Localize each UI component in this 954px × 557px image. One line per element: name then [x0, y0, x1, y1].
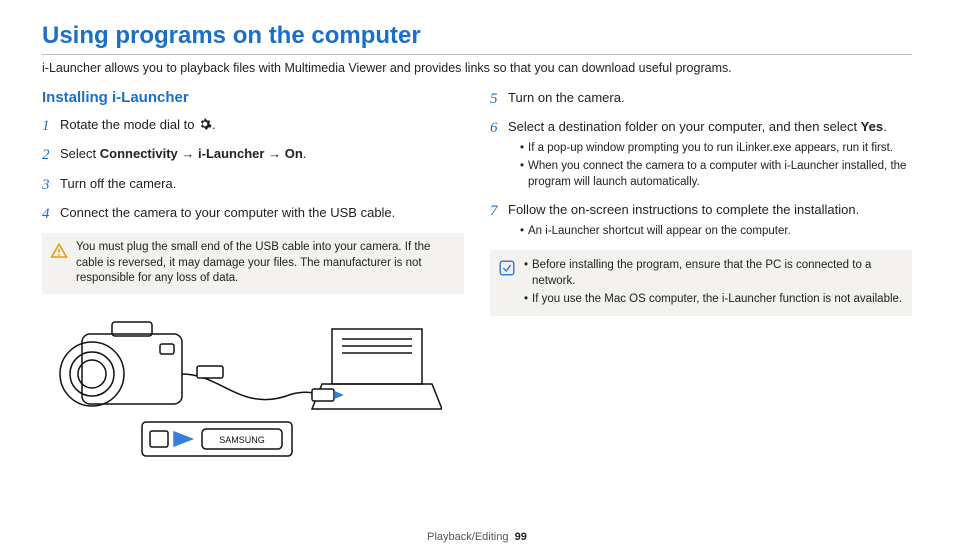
bold-text: Connectivity [100, 146, 178, 161]
step-text: Turn on the camera. [508, 89, 912, 107]
bullet: An i-Launcher shortcut will appear on th… [520, 223, 912, 239]
text: . [212, 117, 216, 132]
step-text: Rotate the mode dial to . [60, 116, 464, 136]
info-box: Before installing the program, ensure th… [490, 250, 912, 316]
step-text: Follow the on-screen instructions to com… [508, 201, 912, 241]
text: Rotate the mode dial to [60, 117, 198, 132]
warning-text: You must plug the small end of the USB c… [76, 240, 456, 287]
step-text: Select Connectivity → i-Launcher → On. [60, 145, 464, 163]
step-number: 3 [42, 175, 60, 195]
svg-text:SAMSUNG: SAMSUNG [219, 435, 265, 445]
intro-text: i-Launcher allows you to playback files … [42, 61, 912, 75]
step-text: Turn off the camera. [60, 175, 464, 193]
warning-icon [50, 242, 70, 266]
step-number: 1 [42, 116, 60, 136]
text: . [883, 119, 887, 134]
step-number: 6 [490, 118, 508, 138]
left-column: Installing i-Launcher 1 Rotate the mode … [42, 89, 464, 469]
bullet: If you use the Mac OS computer, the i-La… [524, 291, 904, 307]
bullet: If a pop-up window prompting you to run … [520, 140, 912, 156]
text: Follow the on-screen instructions to com… [508, 202, 859, 217]
step-4: 4 Connect the camera to your computer wi… [42, 204, 464, 224]
usb-connection-illustration: SAMSUNG [42, 304, 464, 469]
text: Select a destination folder on your comp… [508, 119, 861, 134]
sub-bullets: An i-Launcher shortcut will appear on th… [508, 223, 912, 239]
text: . [303, 146, 307, 161]
info-bullets: Before installing the program, ensure th… [524, 257, 904, 309]
footer-section: Playback/Editing [427, 531, 508, 543]
right-column: 5 Turn on the camera. 6 Select a destina… [490, 89, 912, 469]
two-column-layout: Installing i-Launcher 1 Rotate the mode … [42, 89, 912, 469]
info-icon [498, 259, 518, 283]
step-number: 2 [42, 145, 60, 165]
page-title: Using programs on the computer [42, 22, 912, 50]
step-text: Connect the camera to your computer with… [60, 204, 464, 222]
step-number: 5 [490, 89, 508, 109]
step-5: 5 Turn on the camera. [490, 89, 912, 109]
gear-icon [198, 117, 212, 136]
step-6: 6 Select a destination folder on your co… [490, 118, 912, 192]
step-3: 3 Turn off the camera. [42, 175, 464, 195]
page: Using programs on the computer i-Launche… [0, 0, 954, 469]
step-1: 1 Rotate the mode dial to . [42, 116, 464, 136]
bullet: When you connect the camera to a compute… [520, 158, 912, 190]
sub-bullets: If a pop-up window prompting you to run … [508, 140, 912, 190]
step-7: 7 Follow the on-screen instructions to c… [490, 201, 912, 241]
bold-text: On [285, 146, 303, 161]
step-text: Select a destination folder on your comp… [508, 118, 912, 192]
page-footer: Playback/Editing 99 [0, 531, 954, 543]
step-number: 7 [490, 201, 508, 221]
bullet: Before installing the program, ensure th… [524, 257, 904, 289]
bold-text: i-Launcher [198, 146, 264, 161]
step-2: 2 Select Connectivity → i-Launcher → On. [42, 145, 464, 165]
step-number: 4 [42, 204, 60, 224]
section-heading: Installing i-Launcher [42, 89, 464, 106]
arrow: → [264, 146, 284, 161]
bold-text: Yes [861, 119, 883, 134]
arrow: → [178, 146, 198, 161]
title-rule [42, 54, 912, 55]
warning-box: You must plug the small end of the USB c… [42, 233, 464, 294]
text: Select [60, 146, 100, 161]
page-number: 99 [515, 531, 527, 543]
